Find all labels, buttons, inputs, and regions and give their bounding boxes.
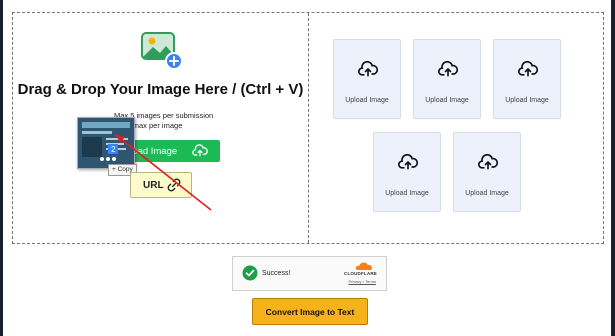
upload-area: Drag & Drop Your Image Here / (Ctrl + V)…	[12, 12, 604, 244]
captcha-status: Success!	[262, 270, 291, 277]
captcha-privacy-terms[interactable]: Privacy • Terms	[348, 279, 376, 284]
upload-slot-label: Upload Image	[345, 97, 389, 104]
cloud-upload-icon	[398, 153, 418, 170]
upload-slot[interactable]: Upload Image	[373, 132, 441, 212]
upload-slot[interactable]: Upload Image	[453, 132, 521, 212]
check-circle-icon	[242, 265, 258, 281]
cloud-upload-icon	[478, 153, 498, 170]
convert-image-to-text-button[interactable]: Convert Image to Text	[252, 298, 368, 325]
cloud-upload-icon	[438, 60, 458, 77]
drop-zone[interactable]: Drag & Drop Your Image Here / (Ctrl + V)…	[13, 13, 308, 243]
page-canvas: Drag & Drop Your Image Here / (Ctrl + V)…	[3, 0, 611, 336]
captcha-widget[interactable]: Success! CLOUDFLARE Privacy • Terms	[232, 256, 387, 291]
captcha-brand: CLOUDFLARE	[344, 271, 377, 276]
upload-slot[interactable]: Upload Image	[493, 39, 561, 119]
cloud-upload-icon	[358, 60, 378, 77]
upload-slot-label: Upload Image	[385, 190, 429, 197]
cloud-upload-icon	[518, 60, 538, 77]
upload-slot-label: Upload Image	[425, 97, 469, 104]
upload-slot[interactable]: Upload Image	[413, 39, 481, 119]
upload-slot-label: Upload Image	[505, 97, 549, 104]
area-divider	[308, 13, 309, 243]
annotation-arrow	[115, 134, 212, 211]
upload-slot[interactable]: Upload Image	[333, 39, 401, 119]
cloudflare-logo-icon	[355, 262, 372, 270]
upload-slot-label: Upload Image	[465, 190, 509, 197]
